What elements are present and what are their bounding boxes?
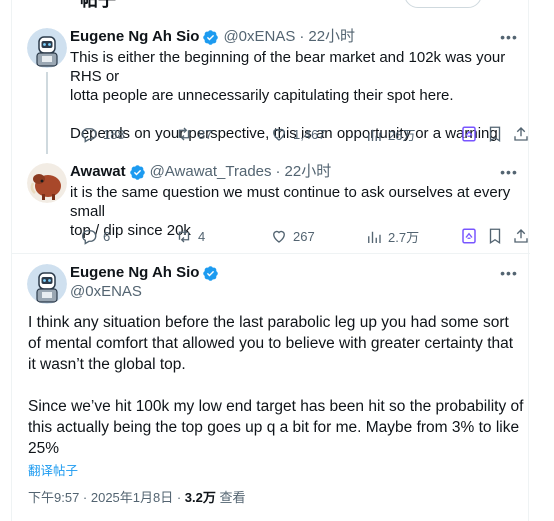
grok-icon[interactable]	[460, 125, 478, 143]
post-time[interactable]: 22小时	[285, 162, 332, 182]
bookmark-icon[interactable]	[486, 125, 504, 143]
reply-count: 188	[103, 126, 125, 142]
author-handle[interactable]: @0xENAS	[70, 282, 142, 302]
repost-icon	[178, 229, 190, 243]
like-button[interactable]: 1,467	[270, 125, 326, 143]
share-icon[interactable]	[512, 125, 530, 143]
reply-button[interactable]: 188	[80, 125, 125, 143]
views-button[interactable]: 2.7万	[365, 227, 419, 246]
verified-badge-icon	[129, 164, 145, 180]
post-timestamp[interactable]: 下午9:57 · 2025年1月8日 ·	[28, 490, 185, 505]
time-separator: ·	[275, 163, 281, 180]
reply-tweet-2[interactable]: Awawat @Awawat_Trades · 22小时 ••• it is t…	[12, 155, 530, 253]
reply-button[interactable]: 6	[80, 227, 110, 245]
verified-badge-icon	[203, 29, 219, 45]
views-chart-icon	[368, 129, 381, 141]
author-handle-row: @0xENAS	[70, 282, 142, 302]
reply-count: 6	[103, 228, 111, 244]
post-metadata: 下午9:57 · 2025年1月8日 · 3.2万 查看	[28, 487, 246, 506]
like-count: 267	[293, 228, 315, 244]
reply-tweet-1[interactable]: Eugene Ng Ah Sio @0xENAS · 22小时 ••• This…	[12, 0, 530, 155]
repost-count: 87	[198, 126, 213, 142]
avatar[interactable]	[27, 163, 67, 203]
heart-icon	[273, 128, 285, 141]
more-options-icon[interactable]: •••	[499, 266, 519, 286]
repost-button[interactable]: 4	[175, 227, 205, 245]
views-chart-icon	[368, 231, 381, 243]
author-name[interactable]: Eugene Ng Ah Sio	[70, 263, 199, 283]
tweet-paragraph: Since we’ve hit 100k my low end target h…	[28, 398, 524, 457]
translate-post-link[interactable]: 翻译帖子	[28, 460, 78, 479]
author-name[interactable]: Eugene Ng Ah Sio	[70, 27, 199, 47]
repost-icon	[178, 127, 190, 141]
grok-icon[interactable]	[460, 227, 478, 245]
avatar[interactable]	[27, 28, 67, 68]
like-count: 1,467	[293, 126, 326, 142]
author-handle[interactable]: @Awawat_Trades	[150, 162, 272, 182]
thread-line	[46, 72, 48, 154]
tweet-paragraph: I think any situation before the last pa…	[28, 314, 514, 373]
author-handle[interactable]: @0xENAS	[223, 27, 295, 47]
like-button[interactable]: 267	[270, 227, 315, 245]
verified-badge-icon	[203, 265, 219, 281]
bookmark-icon[interactable]	[486, 227, 504, 245]
avatar[interactable]	[27, 264, 67, 304]
reply-icon	[82, 230, 97, 245]
main-tweet-text: I think any situation before the last pa…	[28, 312, 524, 459]
view-count: 26万	[388, 128, 416, 143]
author-row: Eugene Ng Ah Sio	[70, 263, 219, 283]
views-count: 3.2万	[184, 490, 216, 505]
views-button[interactable]: 26万	[365, 125, 415, 144]
repost-count: 4	[198, 228, 206, 244]
author-row: Eugene Ng Ah Sio @0xENAS · 22小时	[70, 27, 355, 47]
author-row: Awawat @Awawat_Trades · 22小时	[70, 162, 331, 182]
action-bar: 6 4 267 2.7万	[70, 227, 528, 247]
reply-icon	[82, 128, 97, 143]
time-separator: ·	[299, 28, 305, 45]
author-name[interactable]: Awawat	[70, 162, 126, 182]
more-options-icon[interactable]: •••	[499, 30, 519, 50]
post-time[interactable]: 22小时	[308, 27, 355, 47]
views-label: 查看	[215, 490, 246, 505]
action-bar: 188 87 1,467 26万	[70, 125, 528, 145]
heart-icon	[273, 230, 285, 243]
share-icon[interactable]	[512, 227, 530, 245]
view-count: 2.7万	[388, 230, 420, 245]
repost-button[interactable]: 87	[175, 125, 212, 143]
more-options-icon[interactable]: •••	[499, 165, 519, 185]
conversation-column: 帖子 Eugene Ng Ah Sio @0xENAS · 22小时 ••• T…	[11, 0, 530, 521]
